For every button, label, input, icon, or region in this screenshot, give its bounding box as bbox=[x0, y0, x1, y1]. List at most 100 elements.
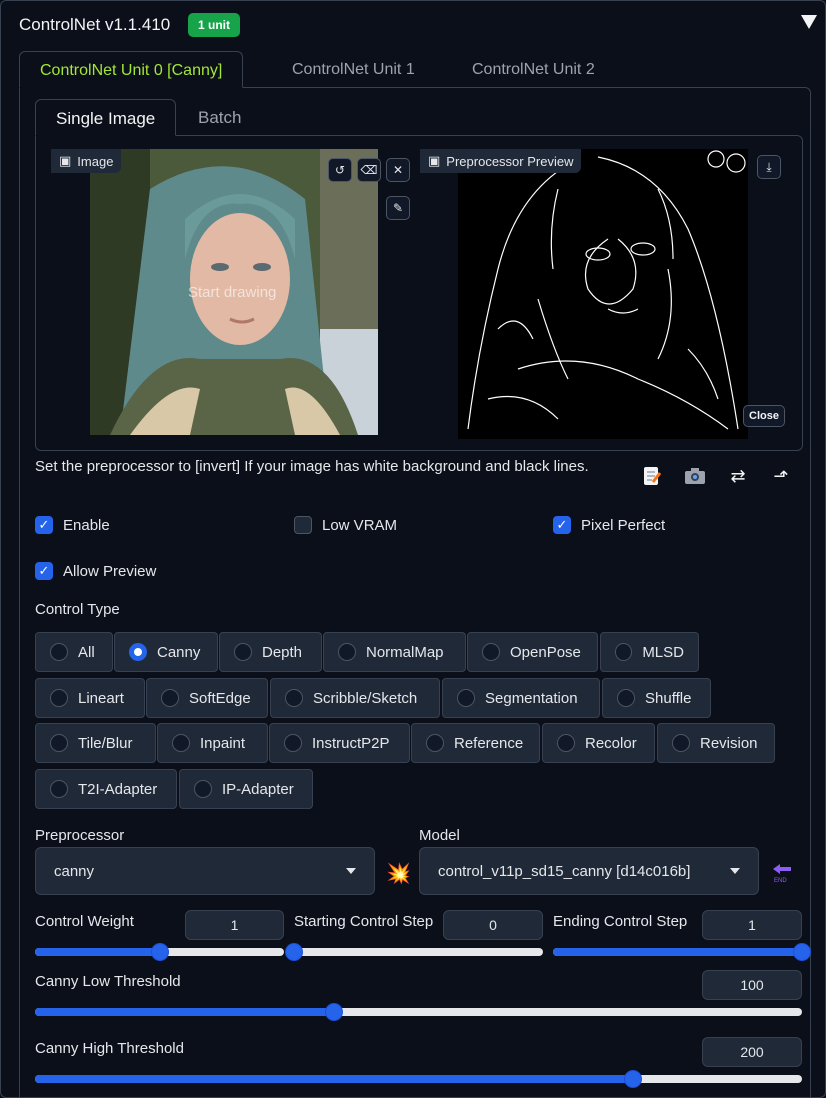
tab-unit-1[interactable]: ControlNet Unit 1 bbox=[272, 51, 435, 88]
tab-batch[interactable]: Batch bbox=[178, 99, 261, 136]
control-type-segmentation[interactable]: Segmentation bbox=[442, 678, 600, 718]
control-type-tile-blur[interactable]: Tile/Blur bbox=[35, 723, 156, 763]
control-type-normalmap[interactable]: NormalMap bbox=[323, 632, 466, 672]
control-weight-input[interactable]: 1 bbox=[185, 910, 284, 940]
preprocessor-preview-canvas bbox=[458, 149, 748, 439]
radio-icon bbox=[426, 734, 444, 752]
check-icon: ✓ bbox=[35, 516, 53, 534]
control-type-scribble[interactable]: Scribble/Sketch bbox=[270, 678, 440, 718]
radio-icon bbox=[338, 643, 356, 661]
eraser-icon[interactable]: ⌫ bbox=[357, 158, 381, 182]
tab-unit-2[interactable]: ControlNet Unit 2 bbox=[452, 51, 615, 88]
ending-step-slider[interactable] bbox=[553, 943, 811, 961]
control-type-revision[interactable]: Revision bbox=[657, 723, 775, 763]
unit-count-badge: 1 unit bbox=[188, 13, 240, 37]
radio-icon bbox=[557, 734, 575, 752]
camera-icon[interactable] bbox=[682, 463, 708, 489]
enable-checkbox[interactable]: ✓ Enable bbox=[35, 516, 110, 534]
radio-icon bbox=[50, 689, 68, 707]
radio-icon bbox=[50, 780, 68, 798]
chevron-down-icon bbox=[730, 868, 740, 874]
edit-notes-icon[interactable] bbox=[639, 463, 665, 489]
ending-step-input[interactable]: 1 bbox=[702, 910, 802, 940]
control-weight-slider[interactable] bbox=[35, 943, 284, 961]
radio-icon bbox=[482, 643, 500, 661]
radio-icon bbox=[672, 734, 690, 752]
canny-high-label: Canny High Threshold bbox=[35, 1040, 184, 1057]
control-type-recolor[interactable]: Recolor bbox=[542, 723, 655, 763]
radio-icon bbox=[615, 643, 633, 661]
checkbox-box bbox=[294, 516, 312, 534]
slider-handle[interactable] bbox=[285, 943, 303, 961]
starting-step-slider[interactable] bbox=[285, 943, 543, 961]
canny-high-input[interactable]: 200 bbox=[702, 1037, 802, 1067]
radio-icon bbox=[194, 780, 212, 798]
low-vram-checkbox[interactable]: Low VRAM bbox=[294, 516, 397, 534]
radio-icon bbox=[50, 643, 68, 661]
canny-edges-preview bbox=[467, 150, 746, 430]
undo-icon[interactable]: ↺ bbox=[328, 158, 352, 182]
model-label: Model bbox=[419, 827, 460, 844]
tab-single-image[interactable]: Single Image bbox=[35, 99, 177, 136]
image-icon: ▣ bbox=[428, 153, 441, 168]
download-icon[interactable]: ⤓ bbox=[757, 155, 781, 179]
control-type-mlsd[interactable]: MLSD bbox=[600, 632, 699, 672]
chevron-down-icon bbox=[346, 868, 356, 874]
control-type-ip-adapter[interactable]: IP-Adapter bbox=[179, 769, 313, 809]
image-icon: ▣ bbox=[59, 153, 72, 168]
radio-icon bbox=[285, 689, 303, 707]
check-icon: ✓ bbox=[553, 516, 571, 534]
preprocessor-dropdown[interactable]: canny bbox=[35, 847, 375, 895]
control-type-canny[interactable]: Canny bbox=[114, 632, 218, 672]
control-type-label: Control Type bbox=[35, 601, 120, 618]
canny-low-input[interactable]: 100 bbox=[702, 970, 802, 1000]
allow-preview-checkbox[interactable]: ✓ Allow Preview bbox=[35, 562, 156, 580]
radio-icon bbox=[172, 734, 190, 752]
model-dropdown[interactable]: control_v11p_sd15_canny [d14c016b] bbox=[419, 847, 759, 895]
radio-icon bbox=[234, 643, 252, 661]
collapse-triangle-icon[interactable] bbox=[801, 15, 817, 29]
send-dimensions-icon[interactable]: ⬏ bbox=[768, 463, 794, 489]
clear-close-icon[interactable]: ✕ bbox=[386, 158, 410, 182]
control-type-depth[interactable]: Depth bbox=[219, 632, 322, 672]
radio-selected-icon bbox=[129, 643, 147, 661]
swap-arrows-icon[interactable]: ⇄ bbox=[725, 463, 751, 489]
slider-handle[interactable] bbox=[150, 943, 169, 961]
slider-handle[interactable] bbox=[325, 1003, 344, 1021]
refresh-models-icon[interactable]: END bbox=[771, 861, 793, 884]
control-type-inpaint[interactable]: Inpaint bbox=[157, 723, 268, 763]
radio-icon bbox=[284, 734, 302, 752]
control-type-reference[interactable]: Reference bbox=[411, 723, 540, 763]
starting-step-label: Starting Control Step bbox=[294, 913, 434, 930]
pixel-perfect-checkbox[interactable]: ✓ Pixel Perfect bbox=[553, 516, 665, 534]
ending-step-label: Ending Control Step bbox=[553, 913, 688, 930]
radio-icon bbox=[50, 734, 68, 752]
control-type-softedge[interactable]: SoftEdge bbox=[146, 678, 268, 718]
control-type-openpose[interactable]: OpenPose bbox=[467, 632, 598, 672]
brush-icon[interactable]: ✎ bbox=[386, 196, 410, 220]
radio-icon bbox=[161, 689, 179, 707]
panel-title: ControlNet v1.1.410 bbox=[19, 15, 171, 34]
start-drawing-hint: Start drawing bbox=[188, 284, 277, 301]
control-type-shuffle[interactable]: Shuffle bbox=[602, 678, 711, 718]
control-type-all[interactable]: All bbox=[35, 632, 113, 672]
control-weight-label: Control Weight bbox=[35, 913, 134, 930]
slider-handle[interactable] bbox=[793, 943, 811, 961]
close-preview-button[interactable]: Close bbox=[743, 405, 785, 427]
canny-high-slider[interactable] bbox=[35, 1070, 802, 1088]
radio-icon bbox=[457, 689, 475, 707]
image-label: ▣ Image bbox=[51, 149, 122, 173]
control-type-t2i-adapter[interactable]: T2I-Adapter bbox=[35, 769, 177, 809]
run-preprocessor-explosion-icon[interactable]: 💥 bbox=[386, 861, 411, 886]
preview-label: ▣ Preprocessor Preview bbox=[420, 149, 582, 173]
tab-unit-0[interactable]: ControlNet Unit 0 [Canny] bbox=[19, 51, 244, 88]
control-type-lineart[interactable]: Lineart bbox=[35, 678, 145, 718]
starting-step-input[interactable]: 0 bbox=[443, 910, 543, 940]
preprocessor-label: Preprocessor bbox=[35, 827, 125, 844]
controlnet-panel: ControlNet v1.1.410 1 unit ControlNet Un… bbox=[0, 0, 826, 1098]
canny-low-slider[interactable] bbox=[35, 1003, 802, 1021]
control-type-instructp2p[interactable]: InstructP2P bbox=[269, 723, 410, 763]
canny-low-label: Canny Low Threshold bbox=[35, 973, 181, 990]
invert-hint: Set the preprocessor to [invert] If your… bbox=[35, 458, 589, 475]
radio-icon bbox=[617, 689, 635, 707]
